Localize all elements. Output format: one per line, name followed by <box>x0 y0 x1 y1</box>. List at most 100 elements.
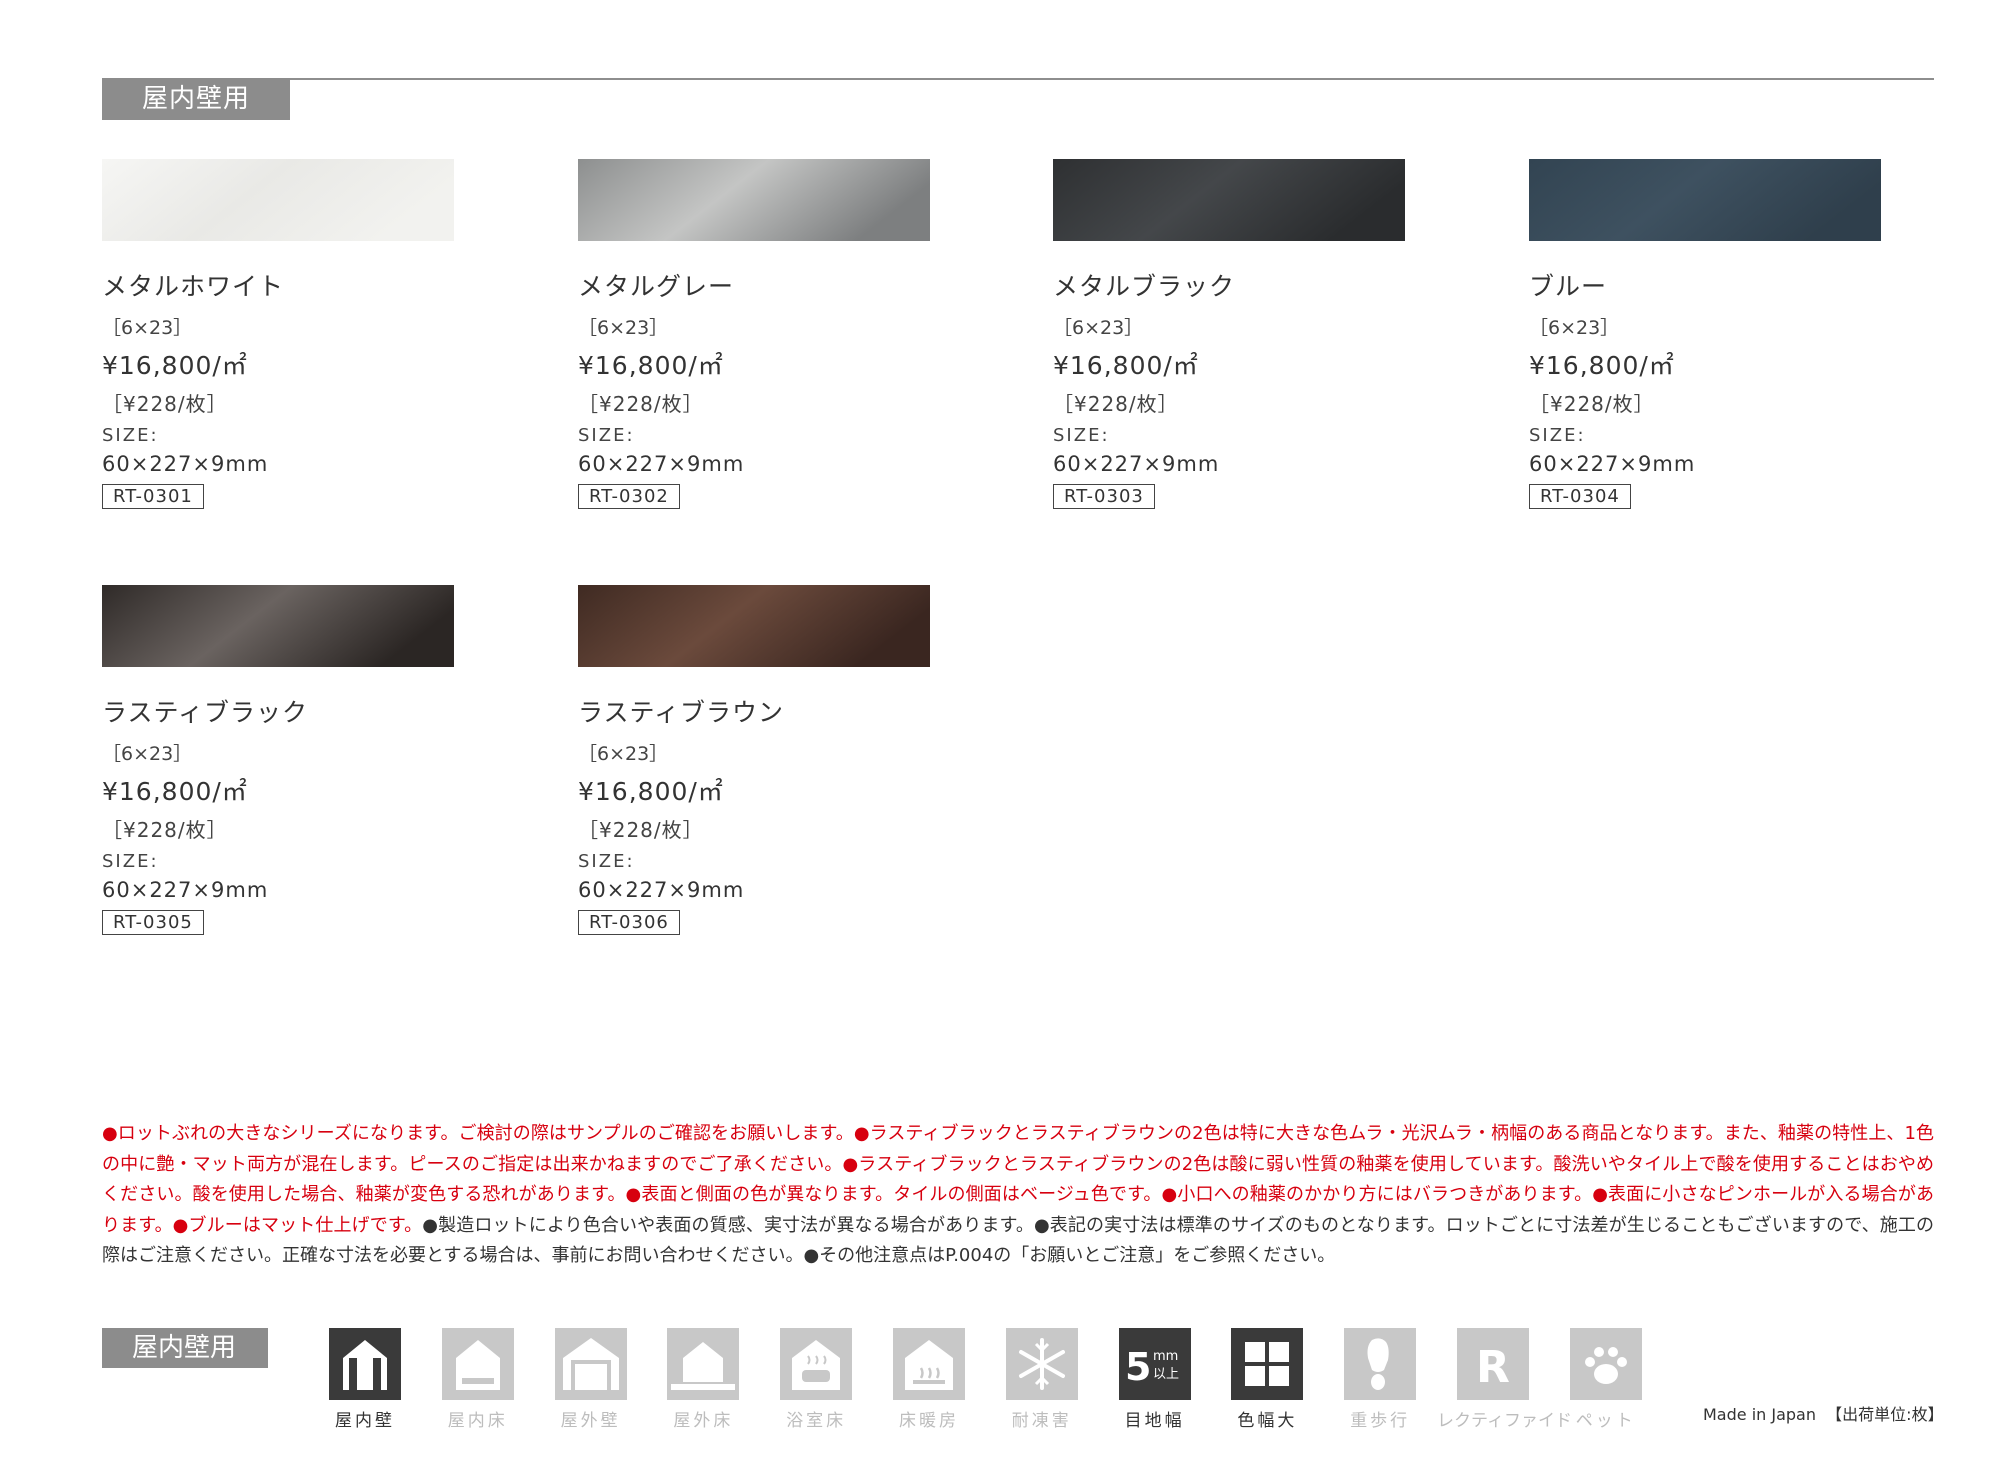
size-label: SIZE: <box>1529 425 1586 446</box>
product-code: RT-0301 <box>102 484 204 509</box>
product-card: メタルブラック ［6×23］ ¥16,800/㎡ ［¥228/枚］ SIZE: 60×22… <box>1053 159 1405 509</box>
interior-wall-icon <box>329 1328 401 1400</box>
size-label: SIZE: <box>102 851 159 872</box>
joint-width-icon: 5 mm 以上 <box>1118 1328 1191 1400</box>
usage-item: 色幅大 <box>1231 1328 1304 1431</box>
usage-label: ペット <box>1575 1411 1636 1431</box>
usage-item: 屋内床 <box>441 1328 514 1431</box>
size-label: SIZE: <box>578 851 635 872</box>
product-price: ¥16,800/㎡ <box>1529 351 1675 380</box>
tile-swatch <box>102 585 454 667</box>
usage-label: 重歩行 <box>1350 1411 1411 1431</box>
usage-item: 浴室床 <box>780 1328 853 1431</box>
product-grid-spec: ［6×23］ <box>102 743 193 765</box>
product-size: 60×227×9mm <box>1529 452 1696 476</box>
svg-text:以上: 以上 <box>1153 1367 1179 1382</box>
product-size: 60×227×9mm <box>1053 452 1220 476</box>
svg-text:mm: mm <box>1153 1349 1178 1364</box>
size-label: SIZE: <box>102 425 159 446</box>
product-unit-price: ［¥228/枚］ <box>578 818 704 842</box>
size-label: SIZE: <box>578 425 635 446</box>
product-name: ラスティブラック <box>102 698 309 727</box>
product-grid-spec: ［6×23］ <box>1529 317 1620 339</box>
product-name: メタルブラック <box>1053 272 1236 301</box>
heavy-traffic-icon <box>1344 1328 1417 1400</box>
product-size: 60×227×9mm <box>578 452 745 476</box>
usage-label: 屋外床 <box>673 1411 734 1431</box>
floor-heating-icon <box>893 1328 965 1400</box>
shipping-unit-text: 【出荷単位:枚】 <box>1826 1405 1944 1424</box>
size-label: SIZE: <box>1053 425 1110 446</box>
product-grid-spec: ［6×23］ <box>102 317 193 339</box>
product-code: RT-0303 <box>1053 484 1155 509</box>
usage-label: レクティファイド <box>1437 1411 1572 1431</box>
tile-swatch <box>102 159 454 241</box>
tile-swatch <box>578 159 930 241</box>
notes-block: ●ロットぶれの大きなシリーズになります。ご検討の際はサンプルのご確認をお願いしま… <box>102 1119 1934 1272</box>
usage-label: 浴室床 <box>786 1411 847 1431</box>
usage-item: 屋外床 <box>667 1328 740 1431</box>
usage-label: 耐凍害 <box>1011 1411 1072 1431</box>
svg-text:R: R <box>1476 1342 1510 1393</box>
product-price: ¥16,800/㎡ <box>578 777 724 806</box>
usage-item: ペット <box>1569 1328 1642 1431</box>
usage-item: 屋外壁 <box>554 1328 627 1431</box>
product-size: 60×227×9mm <box>102 878 269 902</box>
usage-label: 床暖房 <box>899 1411 959 1431</box>
product-unit-price: ［¥228/枚］ <box>1529 392 1655 416</box>
interior-floor-icon <box>441 1328 514 1400</box>
usage-item: R レクティファイド <box>1437 1328 1572 1431</box>
product-card: メタルグレー ［6×23］ ¥16,800/㎡ ［¥228/枚］ SIZE: 60×227… <box>578 159 930 509</box>
product-name: メタルグレー <box>578 272 735 301</box>
usage-label: 色幅大 <box>1237 1411 1298 1431</box>
pet-icon <box>1569 1328 1642 1400</box>
product-grid-spec: ［6×23］ <box>578 743 669 765</box>
usage-item: 重歩行 <box>1344 1328 1417 1431</box>
product-card: ラスティブラック ［6×23］ ¥16,800/㎡ ［¥228/枚］ SIZE: 60×2… <box>102 585 454 935</box>
top-rule <box>102 78 1934 80</box>
product-unit-price: ［¥228/枚］ <box>578 392 704 416</box>
product-name: ブルー <box>1529 272 1608 301</box>
product-price: ¥16,800/㎡ <box>1053 351 1199 380</box>
bathroom-floor-icon <box>780 1328 853 1400</box>
usage-title: 屋内壁用 <box>102 1328 268 1368</box>
usage-item: 床暖房 <box>893 1328 965 1431</box>
product-code: RT-0302 <box>578 484 680 509</box>
color-variation-icon <box>1231 1328 1304 1400</box>
product-name: ラスティブラウン <box>578 698 785 727</box>
product-unit-price: ［¥228/枚］ <box>102 392 228 416</box>
usage-label: 屋外壁 <box>560 1411 621 1431</box>
usage-label: 屋内壁 <box>335 1411 395 1431</box>
product-code: RT-0306 <box>578 910 680 935</box>
tile-swatch <box>578 585 930 667</box>
usage-item: 屋内壁 <box>329 1328 401 1431</box>
usage-label: 目地幅 <box>1124 1411 1185 1431</box>
section-title: 屋内壁用 <box>102 78 290 120</box>
usage-item: 耐凍害 <box>1005 1328 1078 1431</box>
rectified-icon: R <box>1457 1328 1529 1400</box>
product-code: RT-0305 <box>102 910 204 935</box>
footer-note: Made in Japan 【出荷単位:枚】 <box>1703 1401 1944 1425</box>
product-size: 60×227×9mm <box>102 452 269 476</box>
product-unit-price: ［¥228/枚］ <box>102 818 228 842</box>
product-card: ラスティブラウン ［6×23］ ¥16,800/㎡ ［¥228/枚］ SIZE: 60×2… <box>578 585 930 935</box>
svg-text:5: 5 <box>1125 1345 1151 1389</box>
tile-swatch <box>1053 159 1405 241</box>
tile-swatch <box>1529 159 1881 241</box>
product-grid-spec: ［6×23］ <box>578 317 669 339</box>
product-size: 60×227×9mm <box>578 878 745 902</box>
usage-label: 屋内床 <box>447 1411 508 1431</box>
product-unit-price: ［¥228/枚］ <box>1053 392 1179 416</box>
product-code: RT-0304 <box>1529 484 1631 509</box>
product-card: メタルホワイト ［6×23］ ¥16,800/㎡ ［¥228/枚］ SIZE: 60×22… <box>102 159 454 509</box>
product-card: ブルー ［6×23］ ¥16,800/㎡ ［¥228/枚］ SIZE: 60×227×9m… <box>1529 159 1881 509</box>
product-price: ¥16,800/㎡ <box>578 351 724 380</box>
product-grid-spec: ［6×23］ <box>1053 317 1144 339</box>
made-in-text: Made in Japan <box>1703 1405 1816 1424</box>
product-name: メタルホワイト <box>102 272 285 301</box>
usage-item: 5 mm 以上目地幅 <box>1118 1328 1191 1431</box>
product-price: ¥16,800/㎡ <box>102 351 248 380</box>
exterior-floor-icon <box>667 1328 740 1400</box>
exterior-wall-icon <box>554 1328 627 1400</box>
product-price: ¥16,800/㎡ <box>102 777 248 806</box>
